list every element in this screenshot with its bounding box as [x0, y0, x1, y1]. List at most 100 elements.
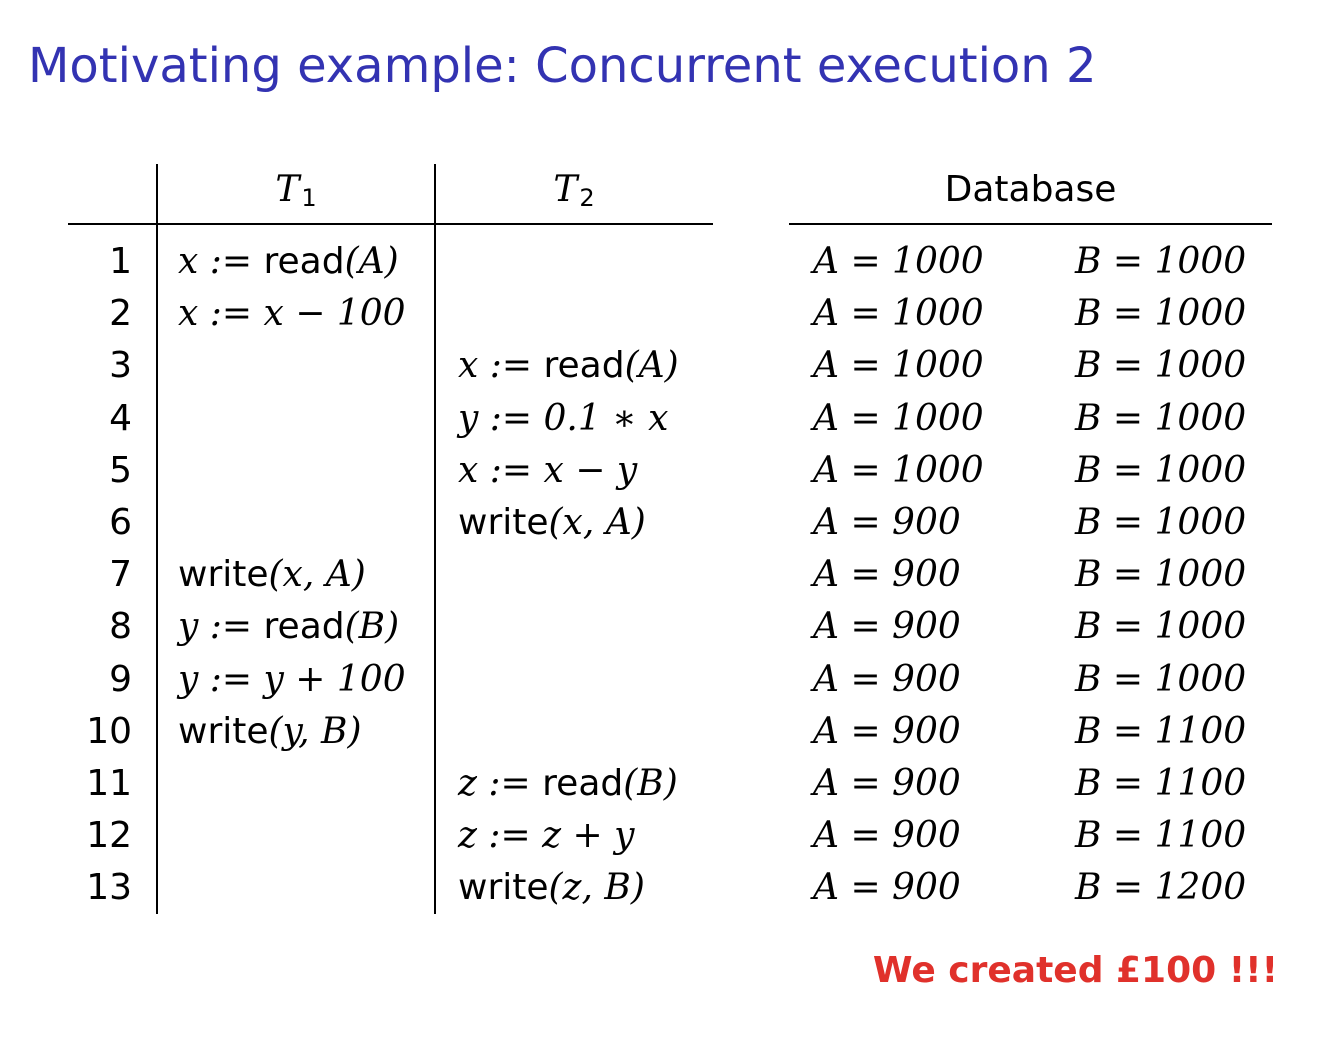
- database-value-b: B = 1200: [1075, 867, 1247, 909]
- operation-expression: y := 0.1 ∗ x: [458, 397, 669, 439]
- database-value-b: B = 1000: [1075, 397, 1247, 439]
- slide-title: Motivating example: Concurrent execution…: [28, 38, 1097, 94]
- header-t1-sub: 1: [301, 184, 317, 212]
- t2-operation: y := 0.1 ∗ x: [458, 393, 668, 445]
- database-value-a: A = 900: [813, 762, 961, 804]
- t2-operation: write(x, A): [458, 497, 646, 549]
- table-row: 11 z := read(B) A = 900 B = 1100: [0, 758, 1330, 810]
- t1-operation: y := y + 100: [178, 654, 406, 706]
- operation-expression: (z, B): [548, 867, 645, 909]
- step-number: 10: [86, 710, 132, 752]
- operation-function: write: [178, 710, 269, 752]
- step-number: 4: [109, 397, 132, 439]
- operation-expression: (y, B): [268, 710, 362, 752]
- step-number: 6: [109, 501, 132, 543]
- step-number: 2: [109, 293, 132, 335]
- operation-expression: y := y + 100: [178, 658, 406, 700]
- table-row: 4 y := 0.1 ∗ x A = 1000 B = 1000: [0, 393, 1330, 445]
- table-rule-header: [68, 223, 713, 225]
- t1-operation: x := read(A): [178, 236, 399, 288]
- database-value-a: A = 900: [813, 606, 961, 648]
- table-row: 8 y := read(B) A = 900 B = 1000: [0, 601, 1330, 653]
- operation-expression: z :=: [458, 762, 543, 804]
- operation-function: read: [543, 345, 625, 387]
- t2-operation: x := x − y: [458, 445, 637, 497]
- step-number: 3: [109, 345, 132, 387]
- operation-expression: x := x − 100: [178, 293, 406, 335]
- t1-operation: y := read(B): [178, 601, 399, 653]
- table-row: 7 write(x, A) A = 900 B = 1000: [0, 549, 1330, 601]
- database-value-b: B = 1100: [1075, 762, 1247, 804]
- t2-operation: x := read(A): [458, 340, 679, 392]
- database-value-b: B = 1000: [1075, 345, 1247, 387]
- t1-operation: write(x, A): [178, 549, 366, 601]
- operation-function: read: [263, 606, 345, 648]
- database-value-a: A = 900: [813, 815, 961, 857]
- database-value-b: B = 1000: [1075, 293, 1247, 335]
- step-number: 13: [86, 867, 132, 909]
- operation-function: read: [263, 241, 345, 282]
- table-row: 1 x := read(A) A = 1000 B = 1000: [0, 236, 1330, 288]
- operation-function: read: [542, 762, 624, 804]
- header-t2: T2: [436, 168, 712, 212]
- database-rule-header: [789, 223, 1272, 225]
- database-value-b: B = 1000: [1075, 501, 1247, 543]
- operation-expression: y :=: [178, 606, 264, 648]
- step-number: 12: [86, 815, 132, 857]
- table-row: 6 write(x, A) A = 900 B = 1000: [0, 497, 1330, 549]
- operation-expression: x :=: [458, 345, 544, 387]
- operation-expression: x := x − y: [458, 449, 638, 491]
- database-value-a: A = 900: [813, 710, 961, 752]
- t2-operation: write(z, B): [458, 862, 645, 914]
- table-row: 10 write(y, B) A = 900 B = 1100: [0, 706, 1330, 758]
- schedule-rows: 1x := read(A) A = 1000 B = 1000 2 x := x − 1…: [0, 236, 1330, 914]
- database-value-b: B = 1100: [1075, 815, 1247, 857]
- operation-expression: x :=: [178, 241, 264, 282]
- database-value-a: A = 1000: [813, 397, 984, 439]
- database-value-a: A = 900: [813, 554, 961, 596]
- table-row: 13 write(z, B) A = 900 B = 1200: [0, 862, 1330, 914]
- database-value-b: B = 1000: [1075, 658, 1247, 700]
- header-t2-sub: 2: [579, 184, 595, 212]
- operation-expression: (B): [623, 762, 678, 804]
- database-value-a: A = 900: [813, 501, 961, 543]
- t1-operation: write(y, B): [178, 706, 362, 758]
- table-row: 3 x := read(A) A = 1000 B = 1000: [0, 340, 1330, 392]
- database-value-a: A = 900: [813, 867, 961, 909]
- database-value-b: B = 1000: [1075, 554, 1247, 596]
- database-value-a: A = 1000: [813, 241, 984, 282]
- database-value-b: B = 1100: [1075, 710, 1247, 752]
- header-t1-base: T: [275, 169, 300, 210]
- step-number: 9: [109, 658, 132, 700]
- database-value-b: B = 1000: [1075, 606, 1247, 648]
- table-row: 5 x := x − y A = 1000 B = 1000: [0, 445, 1330, 497]
- table-row: 2 x := x − 100 A = 1000 B = 1000: [0, 288, 1330, 340]
- step-number: 11: [86, 762, 132, 804]
- table-row: 9 y := y + 100 A = 900 B = 1000: [0, 654, 1330, 706]
- operation-expression: (x, A): [548, 501, 646, 543]
- step-number: 1: [109, 241, 132, 282]
- conclusion-note: We created £100 !!!: [872, 950, 1278, 991]
- operation-function: write: [178, 554, 269, 596]
- header-t2-base: T: [553, 169, 578, 210]
- t1-operation: x := x − 100: [178, 288, 406, 340]
- step-number: 7: [109, 554, 132, 596]
- operation-expression: (A): [344, 241, 399, 282]
- step-number: 8: [109, 606, 132, 648]
- database-value-a: A = 900: [813, 658, 961, 700]
- header-database-label: Database: [944, 169, 1117, 210]
- header-database: Database: [789, 168, 1272, 212]
- database-value-b: B = 1000: [1075, 449, 1247, 491]
- t2-operation: z := z + y: [458, 810, 635, 862]
- step-number: 5: [109, 449, 132, 491]
- database-value-b: B = 1000: [1075, 241, 1247, 282]
- operation-expression: (A): [624, 345, 679, 387]
- operation-expression: (x, A): [268, 554, 366, 596]
- header-t1: T1: [158, 168, 434, 212]
- operation-function: write: [458, 867, 549, 909]
- database-value-a: A = 1000: [813, 293, 984, 335]
- database-value-a: A = 1000: [813, 449, 984, 491]
- operation-expression: z := z + y: [458, 815, 635, 857]
- t2-operation: z := read(B): [458, 758, 678, 810]
- operation-expression: (B): [344, 606, 400, 648]
